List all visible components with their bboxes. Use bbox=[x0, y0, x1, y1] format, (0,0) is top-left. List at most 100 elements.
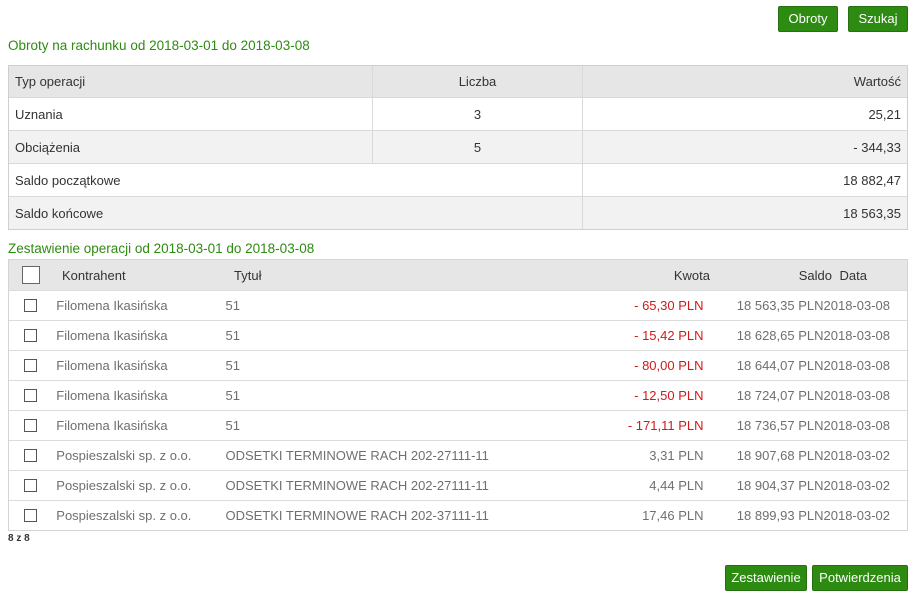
liczba-cell: 5 bbox=[373, 131, 583, 163]
tytul-cell: 51 bbox=[225, 328, 240, 343]
kwota-cell: - 15,42 PLN bbox=[634, 328, 704, 343]
data-cell: 2018-03-02 bbox=[823, 478, 891, 493]
header-typ-operacji: Typ operacji bbox=[9, 66, 373, 97]
row-checkbox-cell bbox=[9, 299, 52, 312]
header-tytul[interactable]: Tytuł bbox=[229, 268, 569, 283]
saldo-koncowe-value: 18 563,35 bbox=[843, 205, 901, 221]
table-row[interactable]: Filomena Ikasińska 51 - 65,30 PLN 18 563,35… bbox=[9, 290, 907, 320]
data-cell: 2018-03-08 bbox=[823, 298, 891, 313]
header-liczba: Liczba bbox=[373, 66, 583, 97]
kwota-cell: - 80,00 PLN bbox=[634, 358, 704, 373]
saldo-cell: 18 644,07 PLN bbox=[736, 358, 824, 373]
row-checkbox-cell bbox=[9, 389, 52, 402]
operations-header-row: Kontrahent Tytuł Kwota Saldo Data bbox=[9, 260, 907, 290]
saldo-poczatkowe-label: Saldo początkowe bbox=[9, 164, 583, 196]
row-checkbox[interactable] bbox=[24, 419, 38, 432]
kontrahent-cell: Filomena Ikasińska bbox=[56, 328, 168, 343]
tytul-cell: ODSETKI TERMINOWE RACH 202-27111-11 bbox=[225, 478, 489, 493]
summary-row-uznania: Uznania 3 25,21 bbox=[9, 97, 907, 130]
tytul-cell: 51 bbox=[225, 298, 240, 313]
saldo-cell: 18 563,35 PLN bbox=[736, 298, 824, 313]
zestawienie-button[interactable]: Zestawienie bbox=[725, 565, 807, 591]
obroty-button[interactable]: Obroty bbox=[778, 6, 838, 32]
row-checkbox-cell bbox=[9, 449, 52, 462]
table-row[interactable]: Pospieszalski sp. z o.o. ODSETKI TERMINOW… bbox=[9, 470, 907, 500]
summary-header-row: Typ operacji Liczba Wartość bbox=[9, 66, 907, 97]
table-row[interactable]: Filomena Ikasińska 51 - 80,00 PLN 18 644,07… bbox=[9, 350, 907, 380]
select-all-checkbox[interactable] bbox=[22, 266, 40, 284]
szukaj-button[interactable]: Szukaj bbox=[848, 6, 908, 32]
kontrahent-cell: Filomena Ikasińska bbox=[56, 418, 168, 433]
data-cell: 2018-03-08 bbox=[823, 388, 891, 403]
row-checkbox-cell bbox=[9, 419, 52, 432]
summary-title: Obroty na rachunku od 2018-03-01 do 2018… bbox=[8, 38, 310, 53]
potwierdzenia-button[interactable]: Potwierdzenia bbox=[812, 565, 908, 591]
saldo-poczatkowe-value: 18 882,47 bbox=[843, 172, 901, 188]
row-checkbox[interactable] bbox=[24, 449, 38, 462]
summary-table: Typ operacji Liczba Wartość Uznania 3 25… bbox=[8, 65, 908, 230]
row-checkbox[interactable] bbox=[24, 479, 38, 492]
typ-cell: Obciążenia bbox=[9, 131, 373, 163]
header-kwota[interactable]: Kwota bbox=[569, 268, 710, 283]
kwota-cell: - 65,30 PLN bbox=[634, 298, 704, 313]
data-cell: 2018-03-08 bbox=[823, 358, 891, 373]
summary-row-saldo-poczatkowe: Saldo początkowe 18 882,47 bbox=[9, 163, 907, 196]
tytul-cell: ODSETKI TERMINOWE RACH 202-37111-11 bbox=[225, 508, 489, 523]
tytul-cell: 51 bbox=[225, 358, 240, 373]
kontrahent-cell: Filomena Ikasińska bbox=[56, 388, 168, 403]
header-wartosc: Wartość bbox=[853, 74, 901, 89]
saldo-koncowe-label: Saldo końcowe bbox=[9, 197, 583, 229]
operations-body: Filomena Ikasińska 51 - 65,30 PLN 18 563,35… bbox=[9, 290, 907, 530]
saldo-cell: 18 899,93 PLN bbox=[736, 508, 824, 523]
summary-row-saldo-koncowe: Saldo końcowe 18 563,35 bbox=[9, 196, 907, 229]
operations-title: Zestawienie operacji od 2018-03-01 do 20… bbox=[8, 241, 315, 256]
table-row[interactable]: Pospieszalski sp. z o.o. ODSETKI TERMINOW… bbox=[9, 440, 907, 470]
data-cell: 2018-03-08 bbox=[823, 328, 891, 343]
kontrahent-cell: Filomena Ikasińska bbox=[56, 298, 168, 313]
header-kontrahent[interactable]: Kontrahent bbox=[53, 268, 229, 283]
tytul-cell: ODSETKI TERMINOWE RACH 202-27111-11 bbox=[225, 448, 489, 463]
kontrahent-cell: Pospieszalski sp. z o.o. bbox=[56, 508, 192, 523]
wartosc-cell: 25,21 bbox=[868, 106, 901, 122]
kwota-cell: - 171,11 PLN bbox=[627, 418, 704, 433]
wartosc-cell: - 344,33 bbox=[853, 139, 901, 155]
table-row[interactable]: Pospieszalski sp. z o.o. ODSETKI TERMINOW… bbox=[9, 500, 907, 530]
row-checkbox-cell bbox=[9, 509, 52, 522]
summary-row-obciazenia: Obciążenia 5 - 344,33 bbox=[9, 130, 907, 163]
kwota-cell: 4,44 PLN bbox=[649, 478, 704, 493]
data-cell: 2018-03-02 bbox=[823, 448, 891, 463]
typ-cell: Uznania bbox=[9, 98, 373, 130]
row-checkbox[interactable] bbox=[24, 389, 38, 402]
saldo-cell: 18 736,57 PLN bbox=[736, 418, 824, 433]
data-cell: 2018-03-08 bbox=[823, 418, 891, 433]
row-checkbox[interactable] bbox=[24, 299, 38, 312]
kwota-cell: 17,46 PLN bbox=[642, 508, 704, 523]
tytul-cell: 51 bbox=[225, 388, 240, 403]
data-cell: 2018-03-02 bbox=[823, 508, 891, 523]
row-checkbox[interactable] bbox=[24, 329, 38, 342]
table-row[interactable]: Filomena Ikasińska 51 - 15,42 PLN 18 628,65… bbox=[9, 320, 907, 350]
liczba-cell: 3 bbox=[373, 98, 583, 130]
header-saldo[interactable]: Saldo bbox=[710, 268, 832, 283]
saldo-cell: 18 904,37 PLN bbox=[736, 478, 824, 493]
saldo-cell: 18 907,68 PLN bbox=[736, 448, 824, 463]
kontrahent-cell: Pospieszalski sp. z o.o. bbox=[56, 478, 192, 493]
row-checkbox-cell bbox=[9, 359, 52, 372]
tytul-cell: 51 bbox=[225, 418, 240, 433]
saldo-cell: 18 724,07 PLN bbox=[736, 388, 824, 403]
table-row[interactable]: Filomena Ikasińska 51 - 12,50 PLN 18 724,07… bbox=[9, 380, 907, 410]
row-checkbox[interactable] bbox=[24, 509, 38, 522]
kontrahent-cell: Filomena Ikasińska bbox=[56, 358, 168, 373]
row-checkbox-cell bbox=[9, 479, 52, 492]
kontrahent-cell: Pospieszalski sp. z o.o. bbox=[56, 448, 192, 463]
row-checkbox-cell bbox=[9, 329, 52, 342]
table-row[interactable]: Filomena Ikasińska 51 - 171,11 PLN 18 736,5… bbox=[9, 410, 907, 440]
results-count: 8 z 8 bbox=[8, 533, 30, 544]
header-data[interactable]: Data bbox=[832, 268, 907, 283]
select-all-cell bbox=[9, 266, 53, 284]
row-checkbox[interactable] bbox=[24, 359, 38, 372]
operations-table: Kontrahent Tytuł Kwota Saldo Data Filome… bbox=[8, 259, 908, 531]
saldo-cell: 18 628,65 PLN bbox=[736, 328, 824, 343]
kwota-cell: - 12,50 PLN bbox=[634, 388, 704, 403]
kwota-cell: 3,31 PLN bbox=[649, 448, 704, 463]
